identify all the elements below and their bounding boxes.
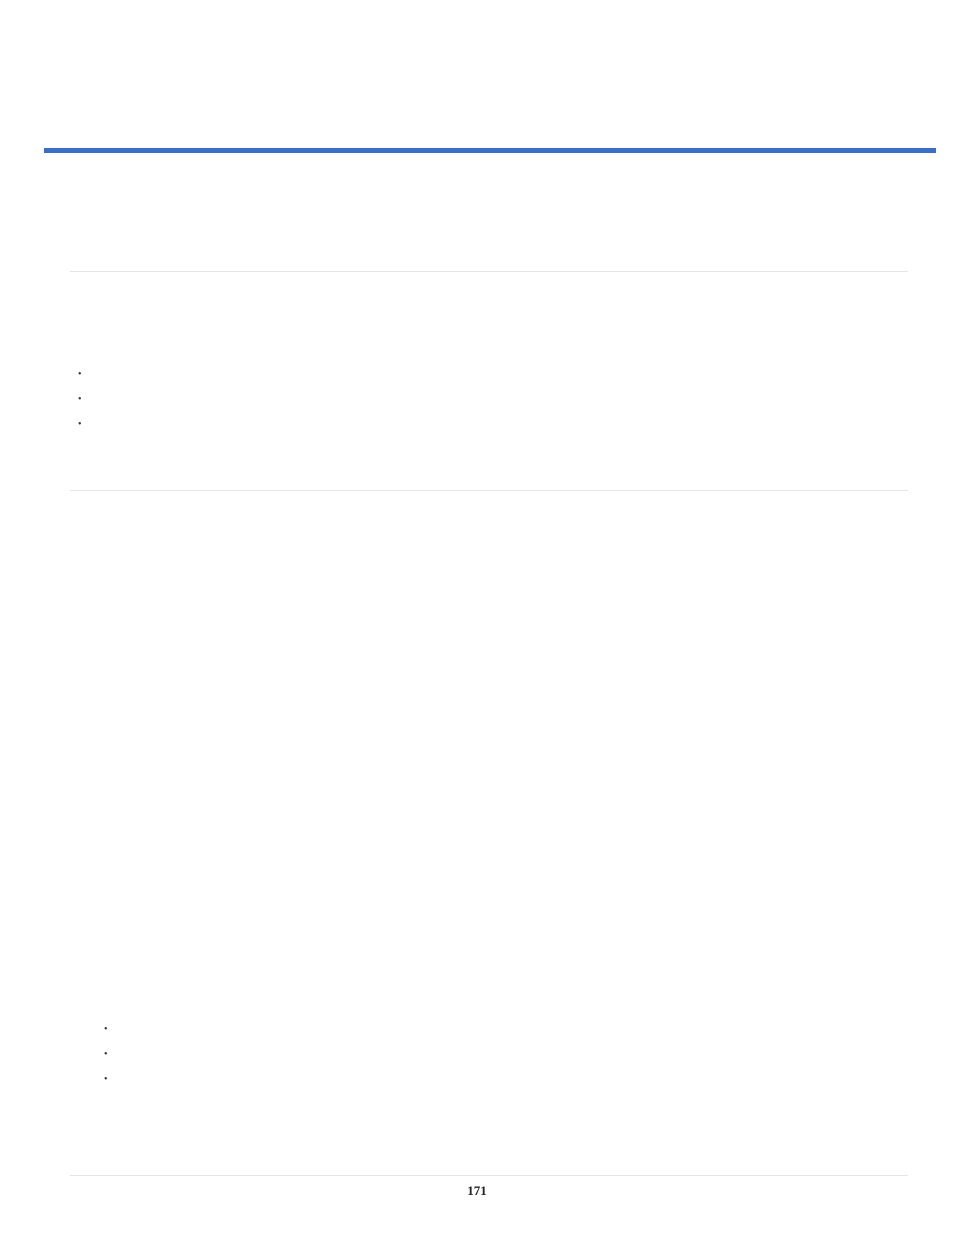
list-item <box>78 387 92 412</box>
divider <box>70 271 908 272</box>
page-number: 171 <box>0 1183 954 1199</box>
divider <box>70 490 908 491</box>
header-rule <box>44 148 936 153</box>
list-item <box>104 1042 118 1067</box>
document-page: 171 <box>0 0 954 1235</box>
bullet-list-1 <box>78 362 92 437</box>
divider <box>70 1175 908 1176</box>
list-item <box>104 1017 118 1042</box>
list-item <box>78 412 92 437</box>
bullet-list-2 <box>104 1017 118 1092</box>
list-item <box>104 1067 118 1092</box>
list-item <box>78 362 92 387</box>
